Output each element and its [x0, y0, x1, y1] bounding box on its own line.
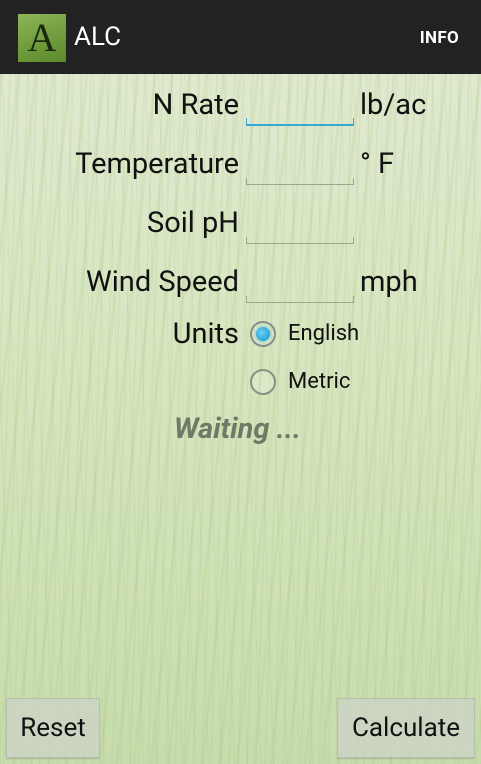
soil-ph-field[interactable]: [246, 204, 354, 244]
n-rate-label: N Rate: [152, 88, 239, 122]
temperature-unit: ° F: [360, 147, 395, 181]
action-bar: A ALC INFO: [0, 0, 481, 74]
units-option-metric[interactable]: Metric: [250, 369, 350, 395]
radio-metric[interactable]: [250, 369, 276, 395]
n-rate-input[interactable]: [246, 86, 354, 124]
n-rate-field[interactable]: [246, 86, 354, 126]
wind-speed-label: Wind Speed: [86, 265, 239, 299]
radio-metric-label[interactable]: Metric: [288, 369, 350, 395]
status-text: Waiting ...: [174, 412, 302, 446]
wind-speed-input[interactable]: [246, 263, 354, 302]
units-label: Units: [172, 317, 239, 351]
n-rate-unit: lb/ac: [360, 88, 427, 122]
soil-ph-input[interactable]: [246, 204, 354, 243]
app-title: ALC: [74, 22, 122, 52]
radio-english-label[interactable]: English: [288, 321, 359, 347]
temperature-field[interactable]: [246, 145, 354, 185]
app-logo-icon[interactable]: A: [18, 14, 66, 62]
wind-speed-unit: mph: [360, 265, 418, 299]
radio-english[interactable]: [250, 321, 276, 347]
app-logo-letter: A: [27, 15, 57, 60]
radio-selected-dot-icon: [256, 327, 270, 341]
units-option-english[interactable]: English: [250, 321, 359, 347]
soil-ph-label: Soil pH: [146, 206, 239, 240]
calculate-button[interactable]: Calculate: [337, 698, 475, 758]
wind-speed-field[interactable]: [246, 263, 354, 303]
temperature-label: Temperature: [75, 147, 239, 181]
temperature-input[interactable]: [246, 145, 354, 184]
reset-button[interactable]: Reset: [6, 698, 100, 758]
info-button[interactable]: INFO: [420, 28, 459, 48]
